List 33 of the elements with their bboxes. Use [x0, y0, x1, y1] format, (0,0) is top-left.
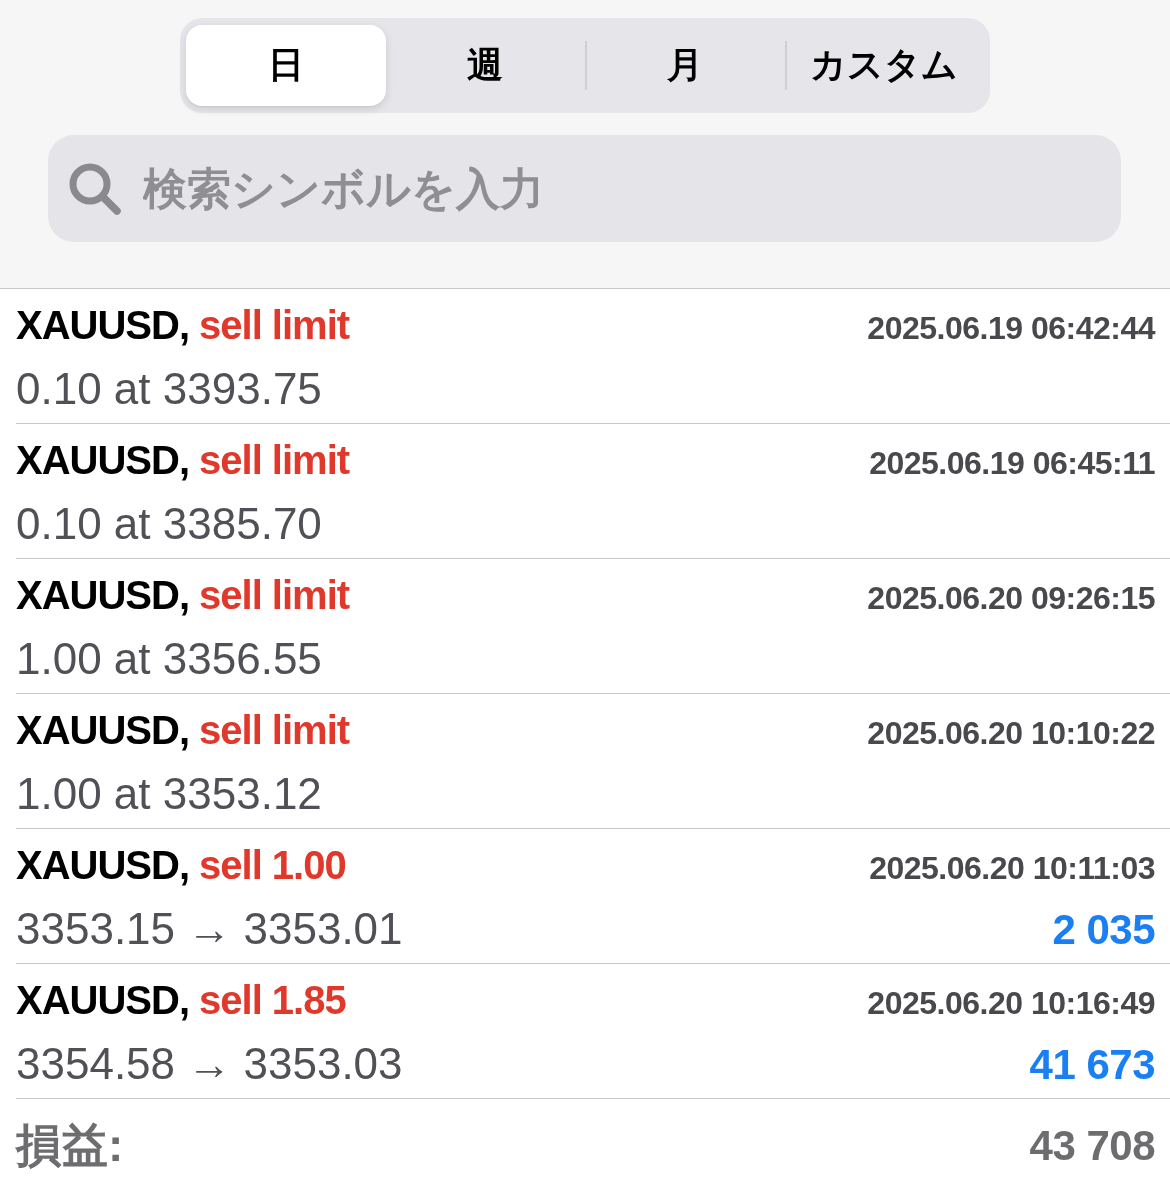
profit-text: 41 673 [1029, 1040, 1155, 1090]
period-tab[interactable]: 週 [385, 25, 585, 106]
symbol-text: XAUUSD, [16, 707, 190, 754]
search-icon [69, 163, 121, 215]
order-price-text: 0.10 at 3393.75 [16, 363, 322, 415]
order-time-text: 2025.06.19 06:45:11 [869, 444, 1155, 483]
order-time-text: 2025.06.19 06:42:44 [867, 309, 1155, 348]
order-type-text: sell limit [199, 572, 350, 619]
order-type-text: sell limit [199, 302, 350, 349]
order-type-text: sell 1.85 [199, 977, 346, 1024]
order-price-text: 1.00 at 3353.12 [16, 768, 322, 820]
period-tab[interactable]: カスタム [784, 25, 984, 106]
order-price-text: 3353.15 → 3353.01 [16, 903, 403, 955]
order-price-text: 0.10 at 3385.70 [16, 498, 322, 550]
order-type-text: sell limit [199, 437, 350, 484]
order-type-text: sell 1.00 [199, 842, 346, 889]
order-time-text: 2025.06.20 10:11:03 [869, 849, 1155, 888]
order-time-text: 2025.06.20 09:26:15 [867, 579, 1155, 618]
symbol-text: XAUUSD, [16, 977, 190, 1024]
order-price-text: 1.00 at 3356.55 [16, 633, 322, 685]
symbol-text: XAUUSD, [16, 572, 190, 619]
total-label: 損益: [16, 1118, 124, 1173]
profit-text: 2 035 [1052, 905, 1155, 955]
symbol-text: XAUUSD, [16, 302, 190, 349]
symbol-text: XAUUSD, [16, 842, 190, 889]
order-type-text: sell limit [199, 707, 350, 754]
period-tab[interactable]: 月 [585, 25, 785, 106]
symbol-text: XAUUSD, [16, 437, 190, 484]
order-price-text: 3354.58 → 3353.03 [16, 1038, 403, 1090]
period-tab[interactable]: 日 [186, 25, 386, 106]
order-time-text: 2025.06.20 10:10:22 [867, 714, 1155, 753]
total-value: 43 708 [1029, 1122, 1155, 1170]
order-time-text: 2025.06.20 10:16:49 [867, 984, 1155, 1023]
